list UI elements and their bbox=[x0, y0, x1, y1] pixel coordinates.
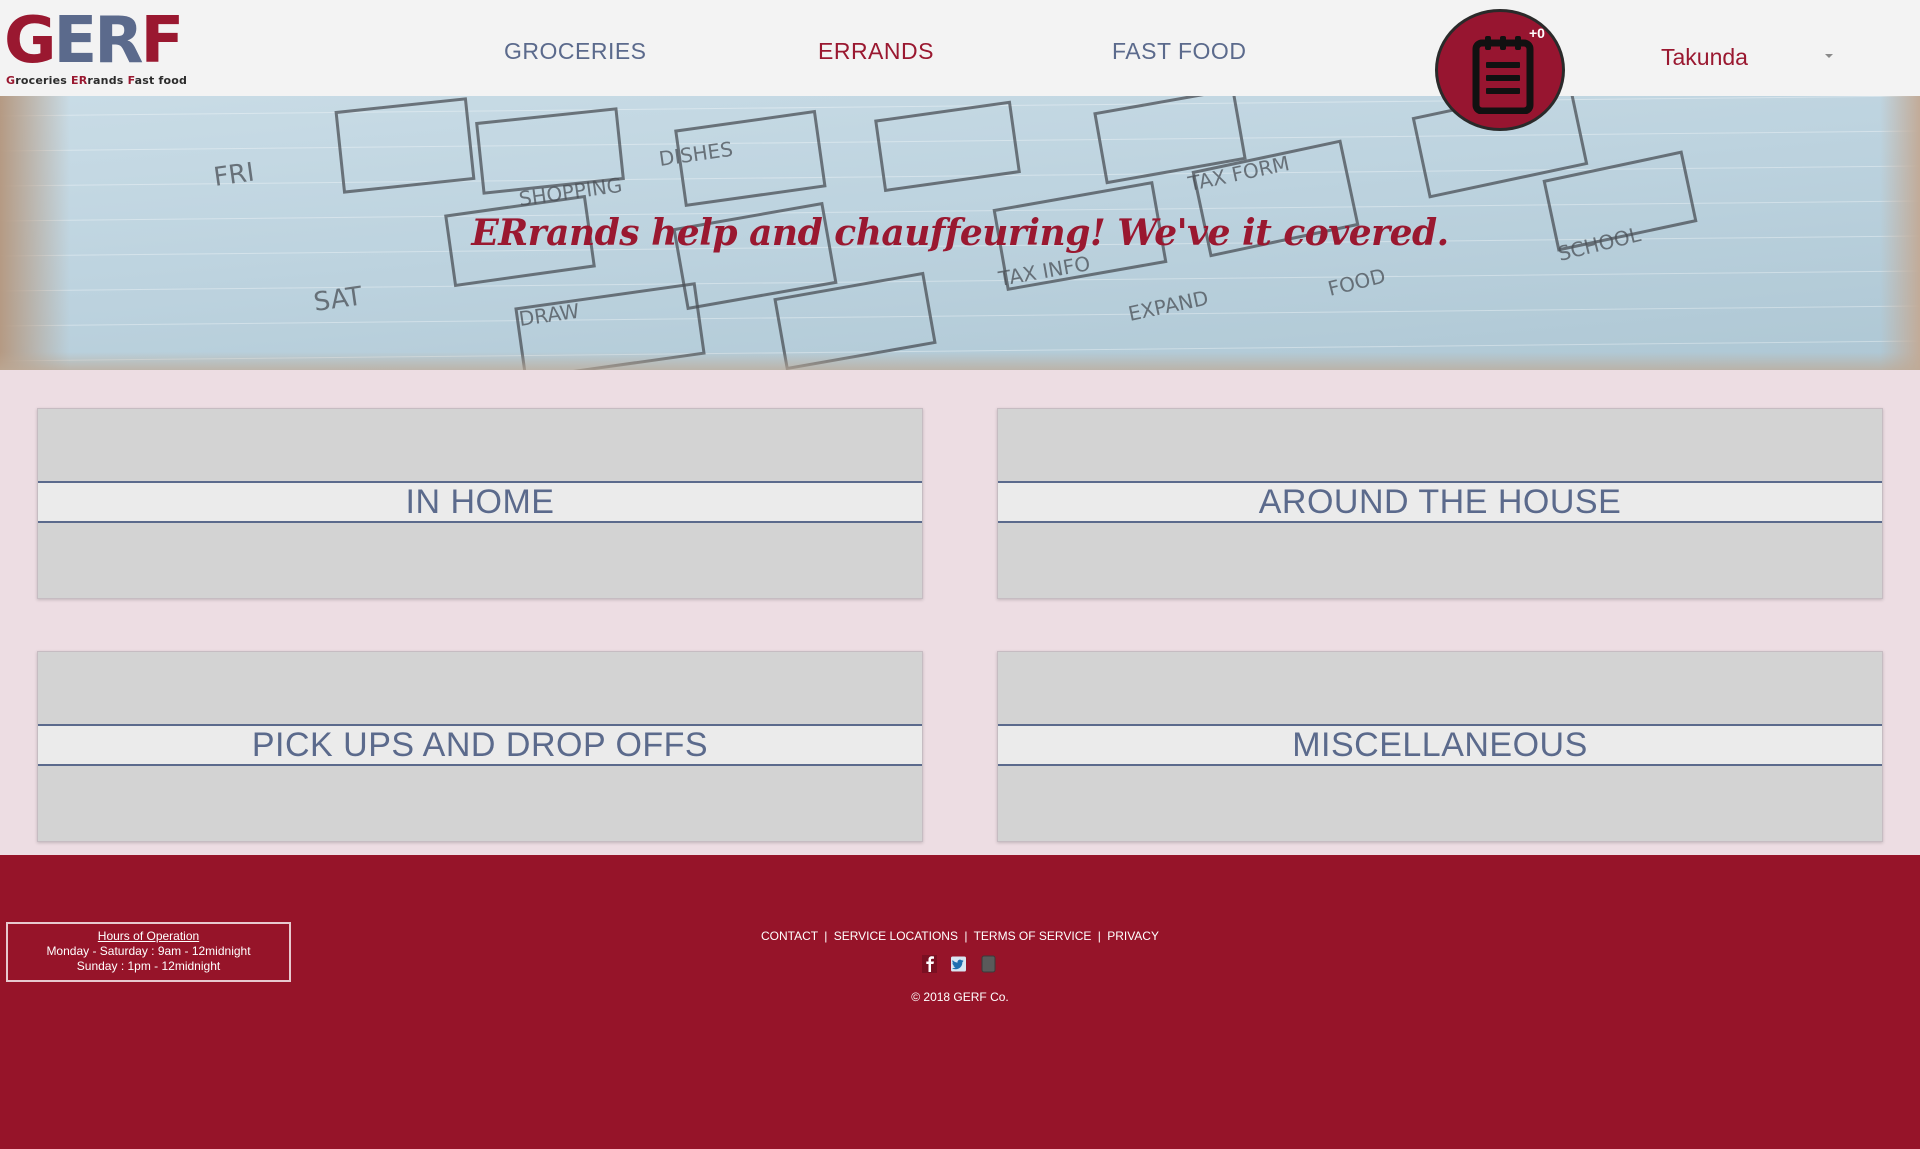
category-card-miscellaneous[interactable]: MISCELLANEOUS bbox=[997, 651, 1883, 842]
facebook-icon[interactable] bbox=[922, 955, 937, 973]
footer-link-privacy[interactable]: PRIVACY bbox=[1107, 929, 1159, 943]
user-dropdown[interactable]: Takunda bbox=[1660, 42, 1835, 72]
link-separator: | bbox=[1097, 929, 1101, 943]
twitter-icon[interactable] bbox=[951, 955, 966, 973]
nav-fast-food[interactable]: FAST FOOD bbox=[1112, 38, 1246, 65]
category-label: AROUND THE HOUSE bbox=[998, 481, 1882, 523]
cart-count-badge: +0 bbox=[1529, 25, 1545, 41]
copyright: © 2018 GERF Co. bbox=[911, 990, 1009, 1004]
svg-text:FRI: FRI bbox=[212, 158, 256, 193]
cart-button[interactable]: +0 bbox=[1435, 9, 1565, 131]
svg-text:SHOPPING: SHOPPING bbox=[517, 173, 623, 211]
svg-text:DISHES: DISHES bbox=[657, 137, 734, 171]
nav-errands[interactable]: ERRANDS bbox=[818, 38, 934, 65]
category-label: PICK UPS AND DROP OFFS bbox=[38, 724, 922, 766]
link-separator: | bbox=[964, 929, 968, 943]
link-separator: | bbox=[824, 929, 828, 943]
site-header: GERF Groceries ERrands Fast food GROCERI… bbox=[0, 0, 1920, 96]
svg-text:SAT: SAT bbox=[312, 281, 364, 317]
footer-links: CONTACT | SERVICE LOCATIONS | TERMS OF S… bbox=[0, 929, 1920, 943]
site-footer: Hours of Operation Monday - Saturday : 9… bbox=[0, 855, 1920, 1149]
hero-title: ERrands help and chauffeuring! We've it … bbox=[471, 212, 1449, 254]
category-label: MISCELLANEOUS bbox=[998, 724, 1882, 766]
footer-link-contact[interactable]: CONTACT bbox=[761, 929, 818, 943]
logo-wordmark: GERF bbox=[4, 4, 184, 78]
category-card-in-home[interactable]: IN HOME bbox=[37, 408, 923, 599]
svg-text:FOOD: FOOD bbox=[1325, 263, 1387, 300]
instagram-icon[interactable] bbox=[981, 955, 996, 973]
footer-link-terms-of-service[interactable]: TERMS OF SERVICE bbox=[974, 929, 1092, 943]
category-card-pick-ups-drop-offs[interactable]: PICK UPS AND DROP OFFS bbox=[37, 651, 923, 842]
svg-text:DRAW: DRAW bbox=[517, 299, 581, 331]
category-label: IN HOME bbox=[38, 481, 922, 523]
hours-sunday: Sunday : 1pm - 12midnight bbox=[76, 959, 221, 973]
chevron-down-icon bbox=[1825, 54, 1833, 58]
logo-tagline: Groceries ERrands Fast food bbox=[6, 74, 188, 87]
clipboard-list-icon bbox=[1472, 36, 1534, 114]
hours-weekday: Monday - Saturday : 9am - 12midnight bbox=[46, 944, 251, 958]
svg-text:TAX INFO: TAX INFO bbox=[996, 251, 1092, 291]
nav-groceries[interactable]: GROCERIES bbox=[504, 38, 647, 65]
category-card-around-the-house[interactable]: AROUND THE HOUSE bbox=[997, 408, 1883, 599]
gerf-logo[interactable]: GERF Groceries ERrands Fast food bbox=[4, 4, 214, 90]
footer-link-service-locations[interactable]: SERVICE LOCATIONS bbox=[834, 929, 958, 943]
hero-banner: FRI SAT SHOPPING DISHES TAX FORM EXPAND … bbox=[0, 96, 1920, 370]
svg-text:TAX FORM: TAX FORM bbox=[1185, 151, 1292, 196]
user-name: Takunda bbox=[1661, 44, 1748, 70]
social-links bbox=[922, 955, 1002, 975]
svg-text:EXPAND: EXPAND bbox=[1126, 286, 1210, 326]
